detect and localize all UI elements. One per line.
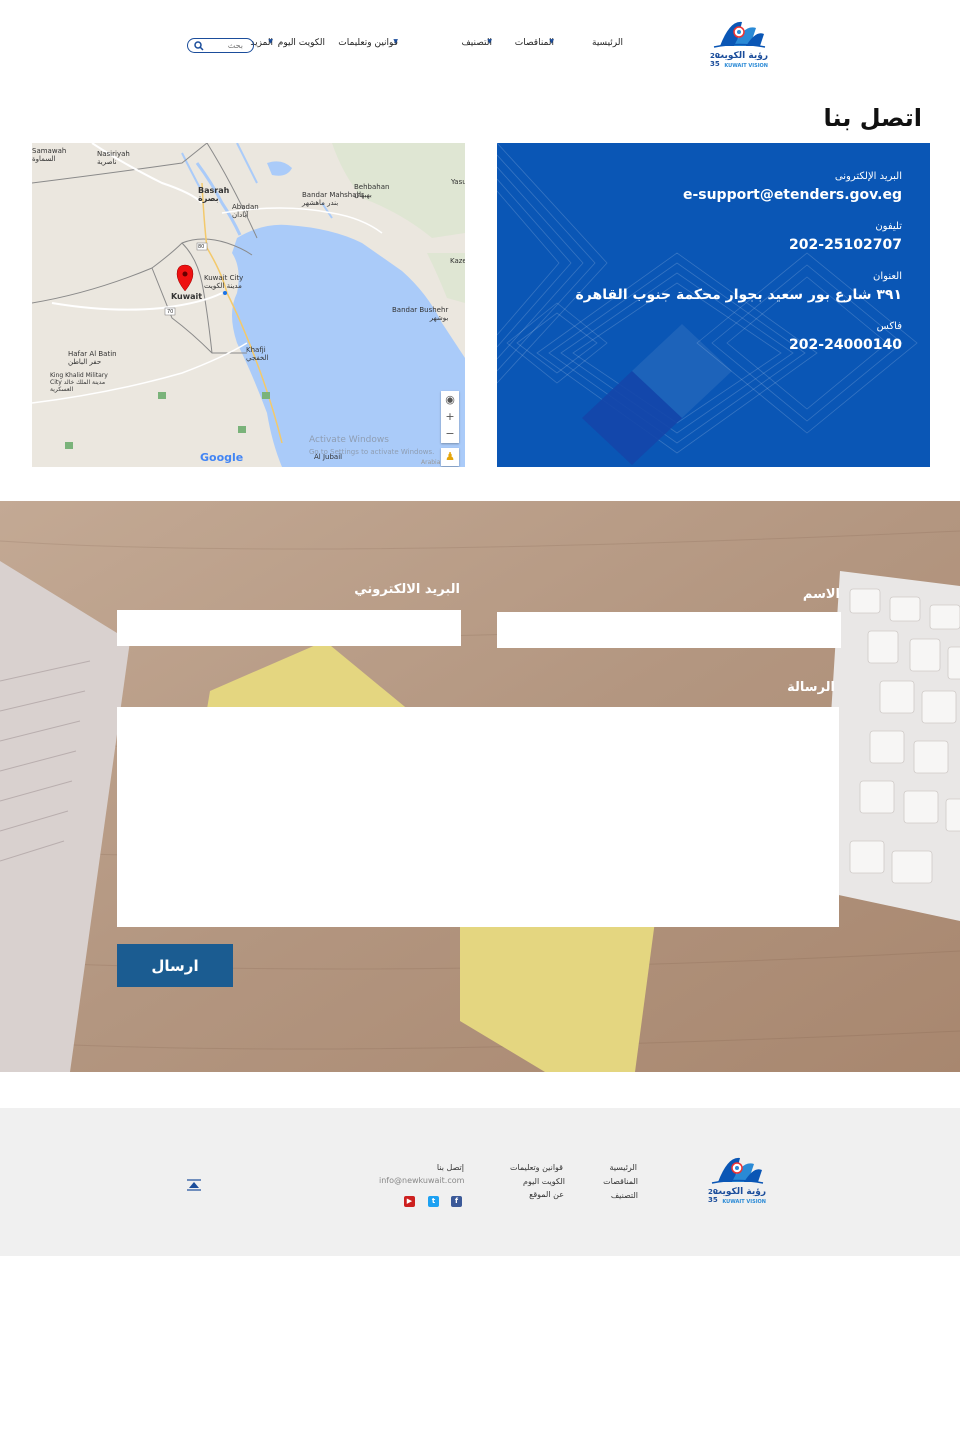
message-label: الرسالة	[787, 680, 835, 695]
logo-year-bottom: 35	[708, 1196, 718, 1204]
location-map[interactable]: Samawah السماوة Nasiriyah ناصرية Basrah بصر…	[32, 143, 465, 467]
youtube-icon[interactable]: ▶	[404, 1196, 415, 1207]
map-road-shield: 80	[198, 244, 205, 250]
fax-value: 202-24000140	[789, 337, 902, 353]
map-label-bandar-bushehr-ar: بوشهر	[429, 314, 449, 322]
email-value[interactable]: e-support@etenders.gov.eg	[683, 187, 902, 203]
logo-arabic-text: رؤية الكويت	[713, 1187, 766, 1197]
email-input[interactable]	[117, 610, 461, 646]
nav-label: الرئيسية	[592, 38, 623, 48]
chevron-down-icon: ▼	[393, 38, 398, 45]
address-value: ٣٩١ شارع بور سعيد بجوار محكمة جنوب القاه…	[575, 287, 902, 303]
name-input[interactable]	[497, 612, 841, 648]
name-label: الاسم	[802, 587, 840, 602]
send-button[interactable]: ارسال	[117, 944, 233, 987]
map-label-hafar: Hafar Al Batin	[68, 350, 117, 358]
watermark-title: Activate Windows	[309, 435, 389, 445]
zoom-out-button[interactable]: −	[441, 425, 459, 442]
facebook-icon[interactable]: f	[451, 1196, 462, 1207]
phone-label: تليفون	[875, 221, 902, 232]
logo-arabic-text: رؤية الكويت	[715, 51, 768, 61]
map-label-nasiriyah-ar: ناصرية	[97, 158, 117, 166]
google-logo: Google	[200, 451, 244, 464]
my-location-icon[interactable]: ◉	[441, 391, 459, 408]
chevron-down-icon: ▼	[487, 38, 492, 45]
footer-link-about[interactable]: عن الموقع	[529, 1190, 564, 1199]
map-label-kuwait: Kuwait	[171, 292, 203, 301]
map-label-yasuj: Yasu	[451, 178, 465, 186]
map-label-bandar-mahshahr-ar: بندر ماهشهر	[302, 199, 339, 207]
map-label-kaze: Kaze	[450, 257, 465, 265]
map-zoom-control: ◉ + −	[441, 391, 459, 443]
chevron-down-icon: ▼	[268, 38, 273, 45]
map-label-khafji: Khafji	[246, 346, 266, 354]
site-logo[interactable]: 20 35 رؤية الكويت KUWAIT VISION	[706, 18, 772, 72]
twitter-icon[interactable]: t	[428, 1196, 439, 1207]
watermark-subtitle: Go to Settings to activate Windows.	[309, 448, 435, 456]
map-label-basrah-ar: بصرة	[198, 194, 219, 203]
back-to-top-icon[interactable]	[186, 1177, 202, 1193]
contact-form-section: الاسم البريد الالكتروني الرسالة ارسال	[0, 501, 960, 1072]
map-label-khafji-ar: الخفجي	[246, 354, 269, 362]
message-textarea[interactable]	[117, 707, 839, 927]
phone-value: 202-25102707	[789, 237, 902, 253]
map-label-bandar-bushehr: Bandar Bushehr	[392, 306, 449, 314]
address-label: العنوان	[873, 271, 902, 282]
logo-english-text: KUWAIT VISION	[722, 1199, 766, 1205]
map-label-samawah: Samawah	[32, 147, 67, 155]
map-label-nasiriyah: Nasiriyah	[97, 150, 130, 158]
email-label: البريد الإلكترونى	[834, 171, 902, 182]
footer-link-laws[interactable]: قوانين وتعليمات	[510, 1163, 563, 1172]
nav-label: الكويت اليوم	[277, 38, 325, 48]
logo-english-text: KUWAIT VISION	[724, 63, 768, 69]
map-label-abadan-ar: آبادان	[232, 211, 249, 219]
street-view-pegman-icon[interactable]: ♟	[441, 448, 459, 466]
search-box	[187, 38, 254, 53]
map-label-kuwait-city: Kuwait City	[204, 274, 244, 282]
nav-label: المناقصات	[514, 38, 554, 48]
map-label-hafar-ar: حفر الباطن	[68, 358, 102, 366]
zoom-in-button[interactable]: +	[441, 408, 459, 425]
map-label-kuwait-city-ar: مدينة الكويت	[204, 282, 242, 290]
map-canvas	[32, 143, 465, 467]
map-label-arabia: Arabia	[421, 459, 441, 466]
main-nav: الرئيسية المناقصات ▼ التصنيف ▼ قوانين وتعل…	[250, 38, 660, 54]
map-label-abadan: Abadan	[232, 203, 259, 211]
nav-label: قوانين وتعليمات	[338, 38, 398, 48]
footer-link-home[interactable]: الرئيسية	[609, 1163, 637, 1172]
footer-link-kuwait-today[interactable]: الكويت اليوم	[523, 1177, 565, 1186]
page-title: اتصل بنا	[823, 104, 922, 132]
footer-link-classification[interactable]: التصنيف	[611, 1191, 638, 1200]
fax-label: فاكس	[876, 321, 902, 332]
map-label-behbahan-ar: بهبهان	[354, 191, 372, 199]
footer-contact-title: إتصل بنا	[436, 1163, 464, 1172]
footer-contact-email[interactable]: info@newkuwait.com	[379, 1176, 464, 1185]
site-footer: 20 35 رؤية الكويت KUWAIT VISION الرئيسية …	[0, 1108, 960, 1256]
footer-link-tenders[interactable]: المناقصات	[603, 1177, 638, 1186]
map-road-shield: 70	[167, 309, 174, 315]
footer-logo[interactable]: 20 35 رؤية الكويت KUWAIT VISION	[704, 1154, 770, 1208]
kuwait-vision-logo-icon	[713, 21, 766, 48]
map-label-samawah-ar: السماوة	[32, 155, 56, 163]
kuwait-vision-logo-icon	[711, 1157, 764, 1184]
chevron-down-icon: ▼	[549, 38, 554, 45]
search-input[interactable]	[203, 40, 243, 51]
email-field-label: البريد الالكتروني	[354, 582, 460, 597]
logo-year-bottom: 35	[710, 60, 720, 68]
map-label-behbahan: Behbahan	[354, 183, 390, 191]
search-icon[interactable]	[194, 41, 204, 51]
contact-info-panel: البريد الإلكترونى e-support@etenders.gov…	[497, 143, 930, 467]
